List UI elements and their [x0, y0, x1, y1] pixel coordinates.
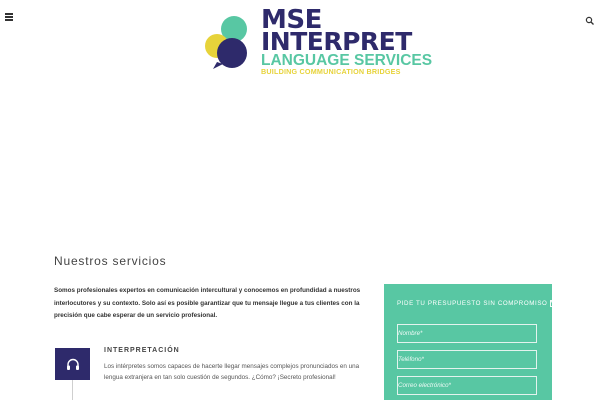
phone-field[interactable] — [397, 350, 537, 369]
quote-form-title-text: PIDE TU PRESUPUESTO SIN COMPROMISO — [397, 300, 548, 307]
quote-form: PIDE TU PRESUPUESTO SIN COMPROMISO — [384, 284, 559, 400]
headphones-icon — [66, 358, 79, 370]
service-title: INTERPRETACIÓN — [104, 347, 180, 354]
service-description: Los intérpretes somos capaces de hacerte… — [104, 363, 360, 381]
name-field[interactable] — [397, 324, 537, 343]
service-icon-box — [55, 348, 90, 380]
logo-bubbles-icon — [205, 16, 247, 69]
search-icon[interactable] — [585, 13, 595, 25]
site-logo[interactable]: MSE INTERPRET LANGUAGE SERVICES BUILDING… — [203, 6, 432, 76]
hamburger-menu-icon[interactable] — [5, 13, 13, 21]
service-divider — [72, 380, 73, 400]
logo-tagline: BUILDING COMMUNICATION BRIDGES — [261, 67, 401, 76]
envelope-icon — [550, 300, 559, 307]
section-title: Nuestros servicios — [54, 254, 167, 268]
email-field[interactable] — [397, 376, 537, 395]
quote-form-title: PIDE TU PRESUPUESTO SIN COMPROMISO — [397, 300, 559, 307]
intro-text: Somos profesionales expertos en comunica… — [54, 287, 361, 320]
